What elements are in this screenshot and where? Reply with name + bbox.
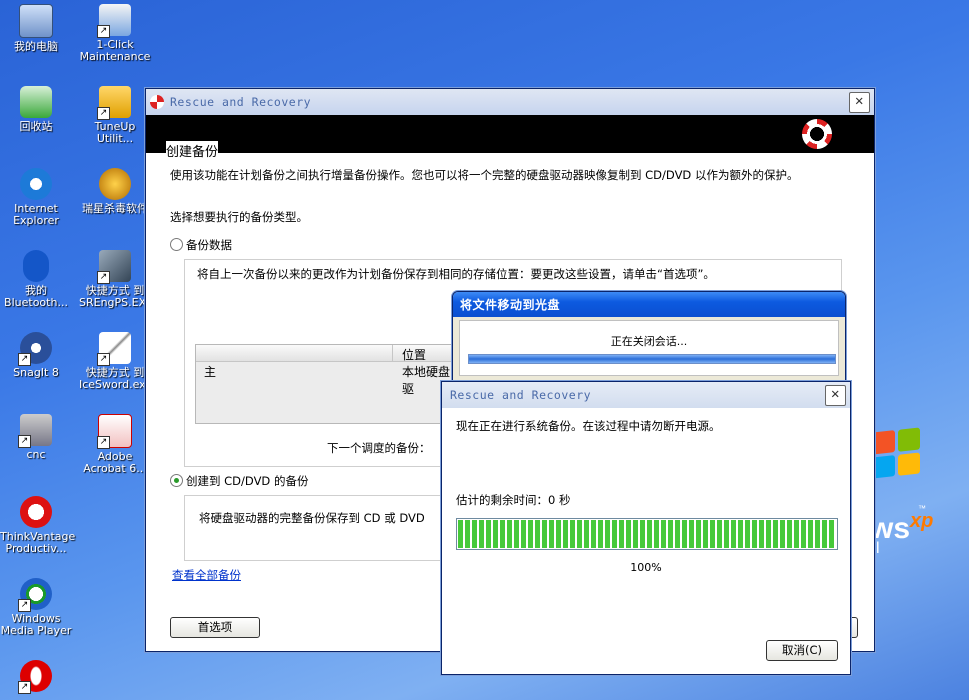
internet-explorer-icon: [20, 168, 52, 200]
desktop-icon-label: ThinkVantage Productiv...: [0, 530, 76, 555]
windows-xp-wordmark: wsxp ™ l: [870, 504, 934, 557]
desktop-icon-label: 我的 Bluetooth...: [4, 284, 68, 309]
desktop-icon-label: TuneUp Utilit...: [94, 120, 136, 145]
desktop-icon-cnc[interactable]: ↗ cnc: [0, 414, 72, 461]
desktop-icon-label: Internet Explorer: [13, 202, 59, 227]
desktop-icon-label: 1-Click Maintenance: [79, 38, 151, 63]
desktop-icon-icesword[interactable]: ↗ 快捷方式 到 IceSword.exe: [79, 332, 153, 391]
backup-progress-fill: [458, 520, 836, 548]
desktop-icon-opera[interactable]: ↗: [0, 660, 72, 695]
tuneup-icon: ↗: [97, 86, 131, 120]
snagit-icon: ↗: [18, 332, 52, 366]
option-backup-data[interactable]: 备份数据: [170, 237, 232, 253]
desktop-icon-recycle-bin[interactable]: 回收站: [0, 86, 72, 133]
option-label: 创建到 CD/DVD 的备份: [186, 474, 309, 488]
windows-flag-logo: [872, 427, 920, 479]
progress-percent: 100%: [630, 561, 662, 574]
acrobat-icon: ↗: [97, 414, 132, 449]
desktop-icon-srengps[interactable]: ↗ 快捷方式 到 SREngPS.EXE: [79, 250, 154, 309]
cd-dvd-description: 将硬盘驱动器的完整备份保存到 CD 或 DVD: [199, 511, 425, 525]
my-computer-icon: [19, 4, 53, 38]
view-all-backups-link[interactable]: 查看全部备份: [172, 567, 241, 583]
intro-text: 使用该功能在计划备份之间执行增量备份操作。您也可以将一个完整的硬盘驱动器映像复制…: [170, 168, 799, 182]
desktop-icon-maintenance[interactable]: ↗ 1-Click Maintenance: [79, 4, 151, 63]
desktop-icon-label: Adobe Acrobat 6...: [83, 450, 147, 475]
opera-icon: ↗: [18, 660, 52, 694]
icesword-icon: ↗: [97, 332, 131, 366]
progress-dialog-title: Rescue and Recovery: [450, 388, 592, 402]
desktop-icon-label: 回收站: [19, 120, 53, 133]
main-window-title: Rescue and Recovery: [170, 95, 312, 109]
rising-antivirus-icon: [99, 168, 131, 200]
select-prompt: 选择想要执行的备份类型。: [170, 210, 308, 224]
page-title: 创建备份: [166, 141, 219, 160]
lifebuoy-icon: [802, 119, 832, 149]
table-header: 位置: [196, 345, 456, 362]
desktop-icon-my-computer[interactable]: 我的电脑: [0, 4, 72, 53]
row-name: 主: [204, 365, 217, 379]
desktop-icon-label: 瑞星杀毒软件: [82, 202, 148, 215]
media-player-icon: ↗: [18, 578, 52, 612]
desktop-icon-bluetooth[interactable]: 我的 Bluetooth...: [0, 250, 72, 309]
progress-dialog-titlebar[interactable]: Rescue and Recovery ✕: [442, 382, 850, 408]
backup-data-description: 将自上一次备份以来的更改作为计划备份保存到相同的存储位置：要更改这些设置，请单击…: [197, 267, 715, 281]
desktop-icon-label: SnagIt 8: [13, 366, 59, 379]
burn-dialog-titlebar[interactable]: 将文件移动到光盘: [453, 292, 845, 317]
desktop-icon-acrobat[interactable]: ↗ Adobe Acrobat 6...: [79, 414, 151, 475]
main-titlebar[interactable]: Rescue and Recovery ✕: [146, 89, 874, 115]
desktop-icon-label: Windows Media Player: [0, 612, 72, 637]
desktop-icon-tuneup[interactable]: ↗ TuneUp Utilit...: [79, 86, 151, 145]
backup-location-table: 位置 主 本地硬盘驱: [195, 344, 457, 424]
maintenance-icon: ↗: [97, 4, 131, 38]
desktop-icon-label: 我的电脑: [14, 40, 58, 53]
backup-message: 现在正在进行系统备份。在该过程中请勿断开电源。: [456, 419, 721, 433]
option-cd-dvd[interactable]: 创建到 CD/DVD 的备份: [170, 473, 308, 489]
burn-progress-fill: [469, 355, 835, 363]
backup-progress-dialog: Rescue and Recovery ✕ 现在正在进行系统备份。在该过程中请勿…: [441, 381, 851, 675]
thinkvantage-icon: [20, 496, 52, 528]
table-row[interactable]: 主 本地硬盘驱: [196, 362, 456, 396]
desktop-icon-media-player[interactable]: ↗ Windows Media Player: [0, 578, 72, 637]
desktop-icon-snagit[interactable]: ↗ SnagIt 8: [0, 332, 72, 379]
desktop-icon-label: 快捷方式 到 SREngPS.EXE: [79, 284, 154, 309]
bluetooth-icon: [23, 250, 49, 282]
burn-dialog-title: 将文件移动到光盘: [460, 298, 561, 312]
radio-cd-dvd[interactable]: [170, 474, 183, 487]
desktop-icon-rising[interactable]: 瑞星杀毒软件: [79, 168, 151, 215]
desktop-icon-thinkvantage[interactable]: ThinkVantage Productiv...: [0, 496, 76, 555]
burn-dialog-body: 正在关闭会话...: [459, 320, 839, 376]
backup-progress-bar: [456, 518, 838, 550]
radio-backup-data[interactable]: [170, 238, 183, 251]
desktop-icon-label: 快捷方式 到 IceSword.exe: [79, 366, 153, 391]
burn-disc-dialog: 将文件移动到光盘 正在关闭会话...: [452, 291, 846, 383]
burn-status-text: 正在关闭会话...: [610, 335, 688, 348]
option-label: 备份数据: [186, 238, 232, 252]
cancel-button[interactable]: 取消(C): [766, 640, 838, 661]
network-icon: ↗: [18, 414, 52, 448]
next-scheduled-label: 下一个调度的备份：: [327, 441, 431, 455]
srengps-icon: ↗: [97, 250, 131, 284]
remaining-time-label: 估计的剩余时间：0 秒: [456, 493, 571, 507]
burn-progress-bar: [468, 354, 836, 364]
close-button[interactable]: ✕: [825, 384, 846, 406]
recycle-bin-icon: [20, 86, 52, 118]
preferences-button[interactable]: 首选项: [170, 617, 260, 638]
main-header-band: [146, 115, 874, 153]
desktop-icon-label: cnc: [26, 448, 46, 461]
desktop-icon-internet-explorer[interactable]: Internet Explorer: [0, 168, 72, 227]
column-header-location: 位置: [402, 348, 427, 362]
app-logo-icon: [150, 95, 164, 109]
close-button[interactable]: ✕: [849, 91, 870, 113]
